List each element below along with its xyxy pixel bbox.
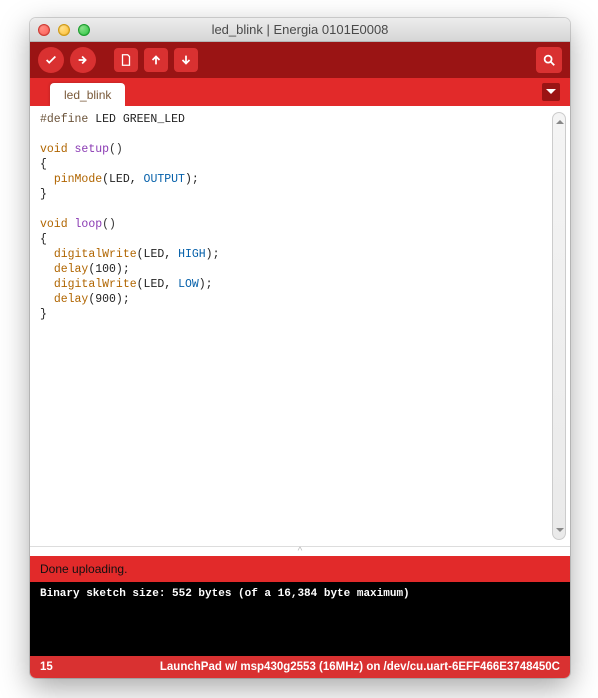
close-window-button[interactable] bbox=[38, 24, 50, 36]
vertical-scrollbar[interactable] bbox=[552, 112, 566, 540]
toolbar bbox=[30, 42, 570, 78]
window-controls bbox=[38, 24, 90, 36]
upload-button[interactable] bbox=[70, 47, 96, 73]
serial-monitor-button[interactable] bbox=[536, 47, 562, 73]
tab-bar: led_blink bbox=[30, 78, 570, 106]
console-line: Binary sketch size: 552 bytes (of a 16,3… bbox=[40, 588, 560, 600]
board-port-info: LaunchPad w/ msp430g2553 (16MHz) on /dev… bbox=[160, 661, 560, 673]
window-title: led_blink | Energia 0101E0008 bbox=[30, 22, 570, 37]
scroll-down-icon[interactable] bbox=[556, 528, 564, 536]
console-output[interactable]: Binary sketch size: 552 bytes (of a 16,3… bbox=[30, 582, 570, 656]
line-number: 15 bbox=[40, 661, 53, 673]
tab-menu-button[interactable] bbox=[542, 83, 560, 101]
titlebar: led_blink | Energia 0101E0008 bbox=[30, 18, 570, 42]
code-content: #define LED GREEN_LED void setup() { pin… bbox=[40, 112, 560, 322]
minimize-window-button[interactable] bbox=[58, 24, 70, 36]
magnifier-icon bbox=[542, 53, 556, 67]
save-sketch-button[interactable] bbox=[174, 48, 198, 72]
check-icon bbox=[44, 53, 58, 67]
open-sketch-button[interactable] bbox=[144, 48, 168, 72]
footer-bar: 15 LaunchPad w/ msp430g2553 (16MHz) on /… bbox=[30, 656, 570, 678]
tab-active[interactable]: led_blink bbox=[50, 83, 125, 106]
arrow-down-icon bbox=[179, 53, 193, 67]
arrow-right-icon bbox=[76, 53, 90, 67]
code-editor[interactable]: #define LED GREEN_LED void setup() { pin… bbox=[30, 106, 570, 546]
scroll-up-icon[interactable] bbox=[556, 116, 564, 124]
new-sketch-button[interactable] bbox=[114, 48, 138, 72]
console-resize-grip[interactable] bbox=[30, 546, 570, 556]
status-bar: Done uploading. bbox=[30, 556, 570, 582]
app-window: led_blink | Energia 0101E0008 led_blink … bbox=[30, 18, 570, 678]
zoom-window-button[interactable] bbox=[78, 24, 90, 36]
arrow-up-icon bbox=[149, 53, 163, 67]
verify-button[interactable] bbox=[38, 47, 64, 73]
file-icon bbox=[119, 53, 133, 67]
